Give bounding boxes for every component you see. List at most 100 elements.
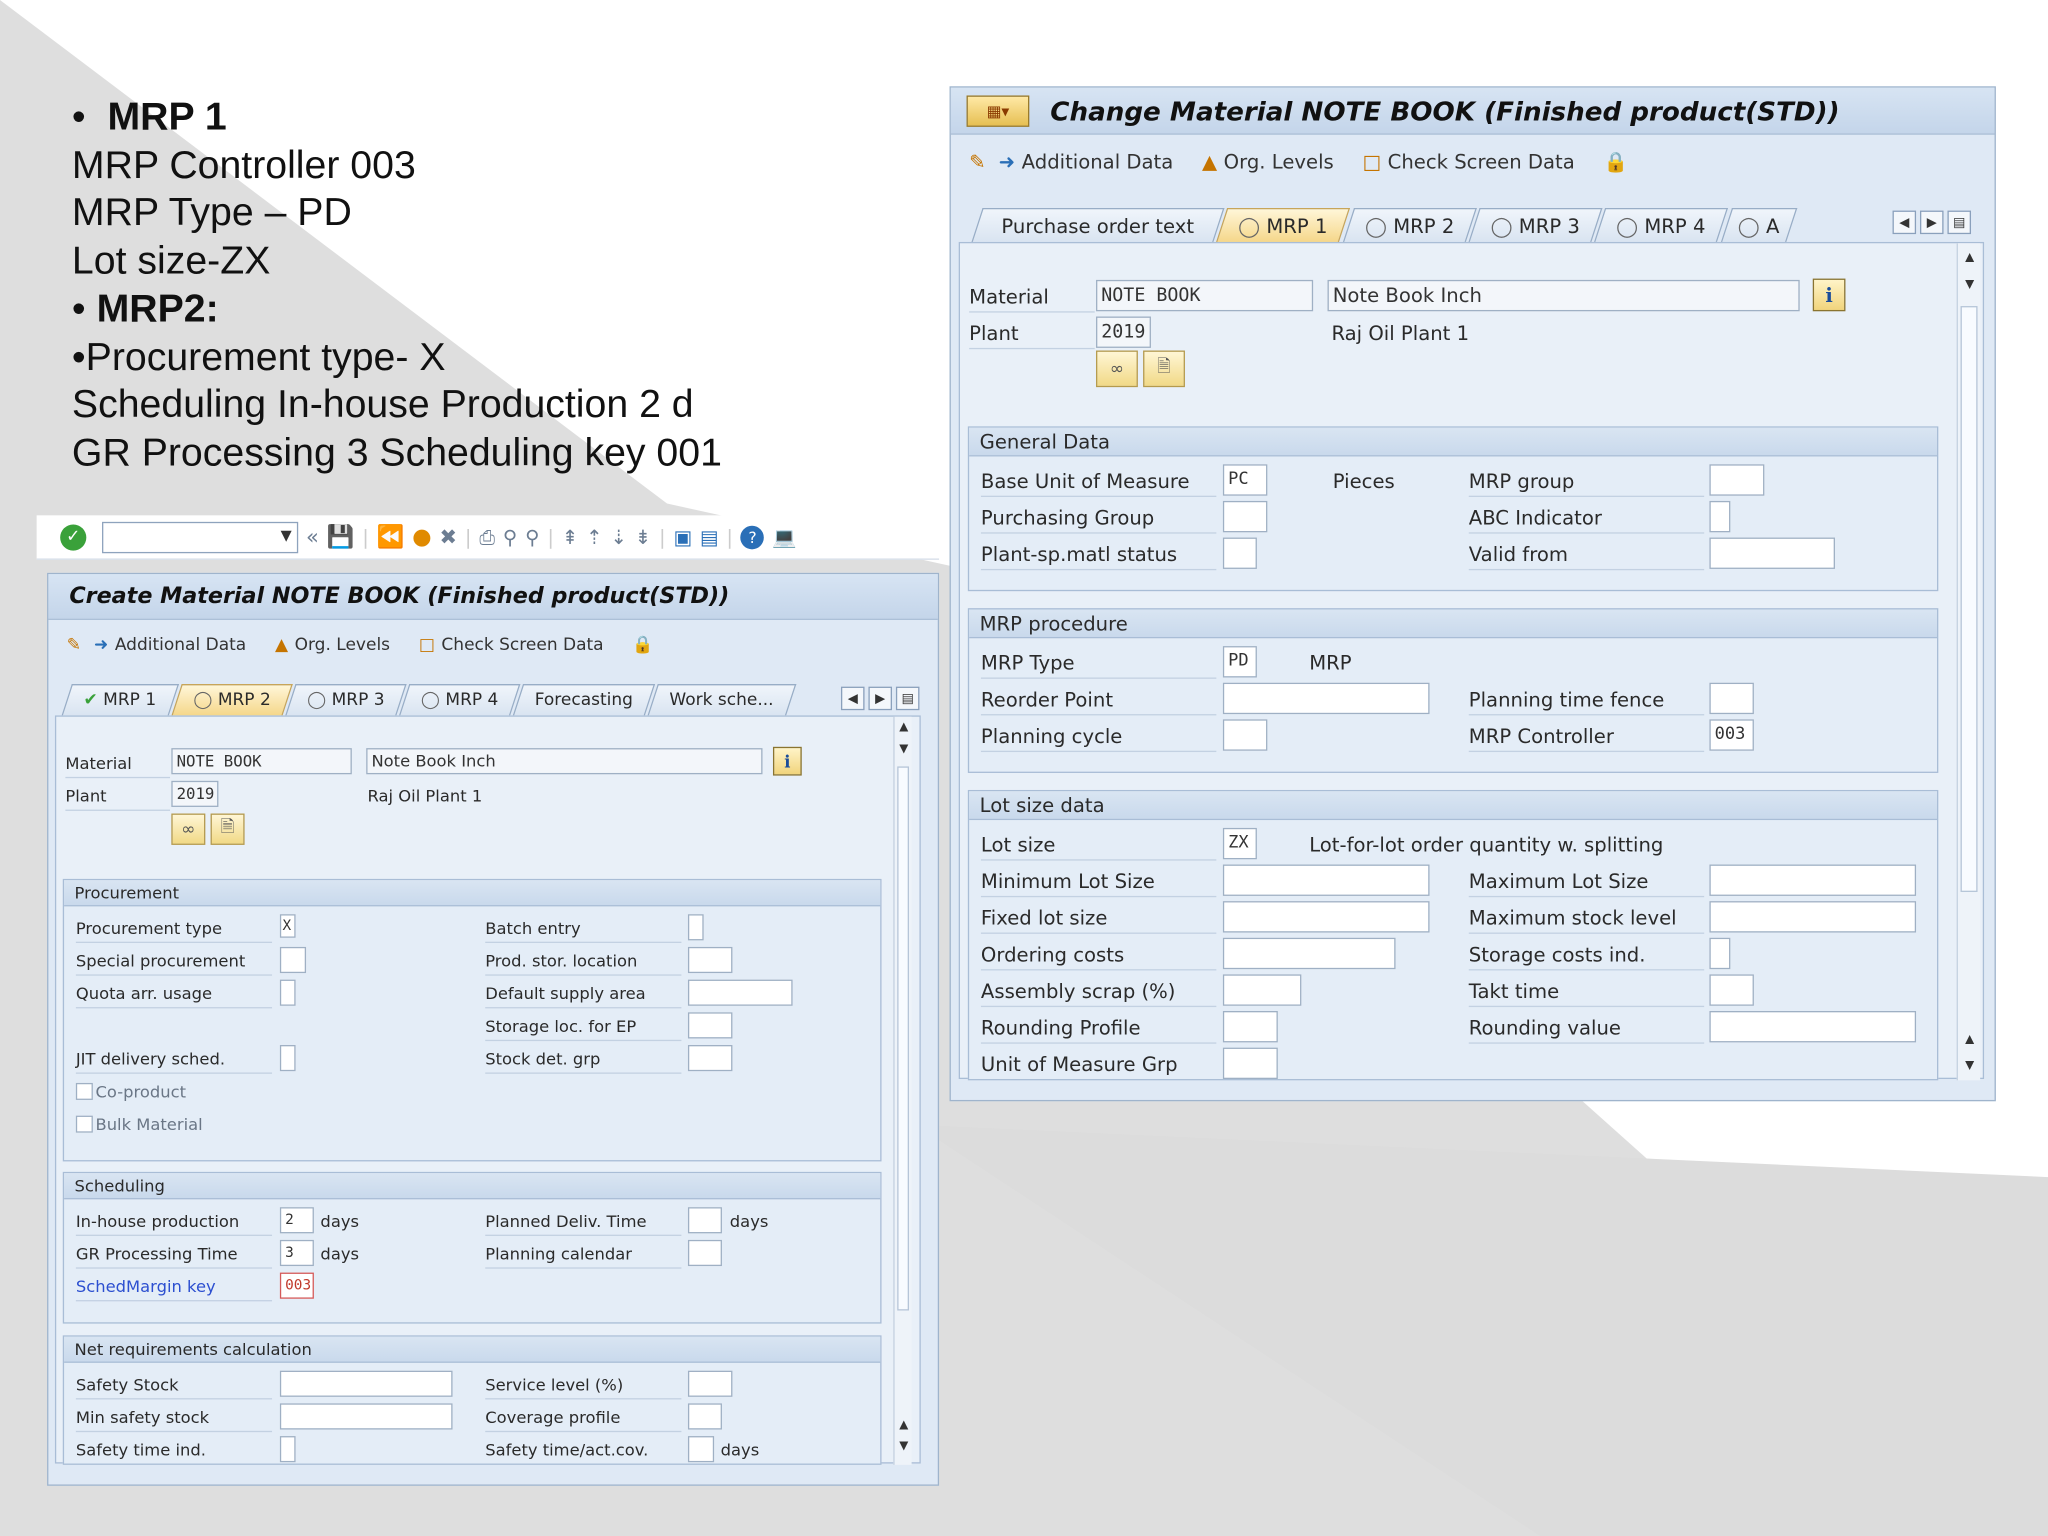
first-page-icon[interactable]: ⇞ [562, 525, 578, 549]
change-check-screen-button[interactable]: □ Check Screen Data [1363, 150, 1575, 174]
schedmargin-key-field[interactable]: 003 [279, 1272, 314, 1299]
material-field[interactable]: NOTE BOOK [1096, 279, 1314, 312]
rounding-value-field[interactable] [1709, 1011, 1917, 1043]
max-stock-level-field[interactable] [1709, 901, 1917, 933]
material-field[interactable]: NOTE BOOK [171, 748, 352, 775]
material-info-icon[interactable]: i [1812, 278, 1846, 312]
reorder-point-field[interactable] [1222, 682, 1430, 715]
help-icon[interactable]: ? [740, 525, 765, 549]
material-description-field[interactable]: Note Book Inch [1327, 279, 1800, 312]
command-field[interactable]: ▼ [102, 521, 299, 553]
scroll-up-icon[interactable]: ▲ [1958, 1033, 1982, 1046]
tab-left-icon[interactable]: ◀ [840, 686, 865, 711]
scroll-up-icon[interactable]: ▲ [1958, 251, 1982, 264]
material-info-icon[interactable]: i [772, 746, 802, 776]
create-tab-mrp3[interactable]: ◯ MRP 3 [284, 684, 407, 716]
tab-right-icon[interactable]: ▶ [1919, 210, 1944, 235]
rounding-profile-field[interactable] [1222, 1011, 1278, 1043]
next-page-icon[interactable]: ⇣ [610, 525, 626, 549]
storage-loc-ep-field[interactable] [687, 1012, 733, 1039]
back-icon[interactable]: ⏪ [377, 524, 405, 550]
abc-indicator-field[interactable] [1709, 500, 1731, 533]
service-level-field[interactable] [687, 1370, 733, 1397]
find-icon[interactable]: ⚲ [503, 525, 517, 549]
change-tab-mrp1[interactable]: ◯ MRP 1 [1216, 207, 1351, 242]
create-additional-data-button[interactable]: ➜ Additional Data [94, 635, 246, 655]
previous-page-icon[interactable]: ⇡ [586, 525, 602, 549]
jit-delivery-field[interactable] [279, 1045, 296, 1072]
scroll-thumb[interactable] [1960, 306, 1978, 892]
glasses-icon[interactable]: ∞ [1096, 350, 1138, 388]
min-safety-stock-field[interactable] [279, 1403, 453, 1430]
mrp-type-field[interactable]: PD [1222, 646, 1257, 678]
save-icon[interactable]: 💾 [327, 524, 355, 550]
special-procurement-field[interactable] [279, 946, 307, 974]
change-vertical-scrollbar[interactable]: ▲ ▼ ▲ ▼ [1956, 243, 1982, 1081]
exit-icon[interactable]: ● [412, 524, 431, 550]
scroll-down-icon[interactable]: ▼ [895, 743, 913, 756]
plant-status-field[interactable] [1222, 537, 1257, 569]
safety-time-act-field[interactable] [687, 1436, 715, 1463]
material-description-field[interactable]: Note Book Inch [366, 748, 763, 775]
storage-costs-field[interactable] [1709, 937, 1731, 970]
ordering-costs-field[interactable] [1222, 937, 1396, 970]
create-lock-button[interactable]: 🔒 [632, 635, 653, 655]
valid-from-field[interactable] [1709, 537, 1835, 569]
coverage-profile-field[interactable] [687, 1403, 722, 1430]
lot-size-field[interactable]: ZX [1222, 827, 1257, 860]
procurement-type-field[interactable]: X [279, 914, 296, 938]
safety-time-ind-field[interactable] [279, 1436, 296, 1463]
plant-field[interactable]: 2019 [171, 780, 219, 807]
scroll-down-icon[interactable]: ▼ [1958, 1059, 1982, 1072]
scroll-up-icon[interactable]: ▲ [895, 721, 913, 734]
takt-time-field[interactable] [1709, 974, 1754, 1006]
scroll-up-icon[interactable]: ▲ [895, 1419, 913, 1432]
change-tab-more[interactable]: ◯ A [1720, 207, 1797, 242]
purchasing-group-field[interactable] [1222, 500, 1268, 533]
glasses-icon[interactable]: ∞ [171, 813, 206, 845]
document-icon[interactable]: 🗎 [210, 813, 245, 845]
create-check-screen-button[interactable]: □ Check Screen Data [419, 635, 604, 655]
system-menu-icon[interactable]: ▦▾ [966, 94, 1030, 127]
tab-list-icon[interactable]: ▤ [895, 686, 920, 711]
change-tab-mrp3[interactable]: ◯ MRP 3 [1468, 207, 1603, 242]
max-lot-size-field[interactable] [1709, 864, 1917, 896]
create-tab-forecasting[interactable]: Forecasting [513, 684, 656, 716]
uom-group-field[interactable] [1222, 1047, 1278, 1080]
planning-cycle-field[interactable] [1222, 719, 1268, 751]
gr-processing-field[interactable]: 3 [279, 1239, 314, 1267]
change-tab-mrp4[interactable]: ◯ MRP 4 [1594, 207, 1729, 242]
quota-usage-field[interactable] [279, 979, 296, 1006]
scroll-thumb[interactable] [897, 766, 909, 1311]
find-next-icon[interactable]: ⚲ [525, 525, 539, 549]
change-org-levels-button[interactable]: ▲ Org. Levels [1202, 150, 1334, 174]
last-page-icon[interactable]: ⇟ [635, 525, 651, 549]
document-icon[interactable]: 🗎 [1143, 350, 1185, 388]
change-tab-mrp2[interactable]: ◯ MRP 2 [1342, 207, 1477, 242]
enter-icon[interactable]: ✓ [60, 523, 87, 550]
create-tab-mrp4[interactable]: ◯ MRP 4 [398, 684, 521, 716]
change-other-material-button[interactable]: ✎ [969, 150, 985, 174]
shortcut-icon[interactable]: ▤ [700, 525, 719, 549]
bulk-material-checkbox[interactable] [75, 1115, 93, 1133]
create-tab-mrp2[interactable]: ◯ MRP 2 [170, 684, 293, 716]
coproduct-checkbox[interactable] [75, 1082, 93, 1100]
create-tab-mrp1[interactable]: ✔ MRP 1 [61, 684, 179, 716]
cancel-icon[interactable]: ✖ [440, 524, 458, 549]
layout-menu-icon[interactable]: 💻 [772, 525, 796, 549]
new-session-icon[interactable]: ▣ [674, 525, 693, 549]
default-supply-area-field[interactable] [687, 979, 793, 1006]
scroll-down-icon[interactable]: ▼ [895, 1440, 913, 1453]
create-tab-work-scheduling[interactable]: Work sche... [647, 684, 797, 716]
change-lock-button[interactable]: 🔒 [1604, 150, 1628, 174]
tab-right-icon[interactable]: ▶ [868, 686, 892, 711]
create-org-levels-button[interactable]: ▲ Org. Levels [275, 635, 390, 655]
stock-det-grp-field[interactable] [687, 1045, 733, 1072]
planning-calendar-field[interactable] [687, 1239, 722, 1267]
planned-delivery-field[interactable] [687, 1207, 722, 1234]
tab-left-icon[interactable]: ◀ [1892, 210, 1917, 235]
scroll-down-icon[interactable]: ▼ [1958, 279, 1982, 292]
plant-field[interactable]: 2019 [1096, 316, 1151, 348]
mrp-group-field[interactable] [1709, 464, 1765, 496]
change-tab-purchase-order-text[interactable]: Purchase order text [971, 207, 1225, 242]
